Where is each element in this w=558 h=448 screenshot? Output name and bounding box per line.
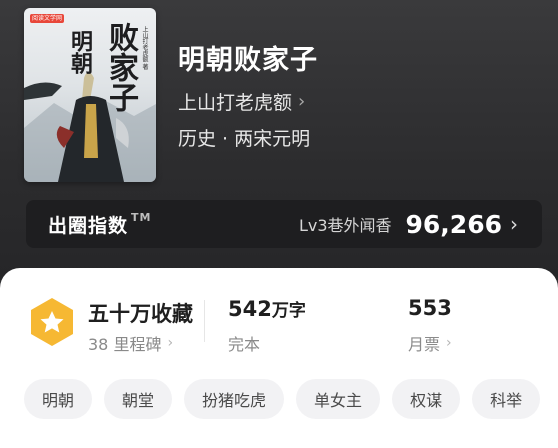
cover-author: 上山打老虎额 著 [141, 26, 148, 70]
book-cover[interactable]: 阅读文学网 败家子 明朝 上山打老虎额 著 [24, 8, 156, 182]
hexagon-star-icon [31, 298, 73, 346]
tag-chip[interactable]: 科举 [472, 379, 541, 419]
stats-divider [204, 300, 205, 342]
stats-panel: 五十万收藏 38 里程碑 › 542万字 完本 553 月票 › 明朝 朝堂 扮… [0, 268, 558, 448]
word-count: 542万字 [228, 296, 306, 321]
tag-list: 明朝 朝堂 扮猪吃虎 单女主 权谋 科举 [24, 379, 541, 419]
chevron-right-icon: › [298, 91, 306, 112]
word-count-unit: 万字 [271, 301, 306, 321]
monthly-tickets-label: 月票 [408, 335, 441, 354]
tag-chip[interactable]: 扮猪吃虎 [184, 379, 285, 419]
book-title: 明朝败家子 [178, 45, 318, 76]
tag-chip[interactable]: 朝堂 [104, 379, 173, 419]
author-name: 上山打老虎额 [178, 92, 293, 114]
book-genre: 历史 · 两宋元明 [178, 128, 311, 150]
word-count-number: 542 [228, 297, 272, 321]
index-value: 96,266 [405, 209, 502, 239]
popularity-index-card[interactable]: 出圈指数 TM Lv3巷外闻香 96,266 › [26, 200, 542, 248]
tag-chip[interactable]: 明朝 [24, 379, 93, 419]
book-status: 完本 [228, 335, 261, 354]
cover-title-side: 明朝 [67, 30, 93, 74]
cover-title-main: 败家子 [103, 22, 138, 112]
cover-publisher-badge: 阅读文学网 [30, 14, 64, 23]
chevron-right-icon: › [446, 335, 452, 351]
index-label-text: 出圈指数 [48, 214, 129, 237]
favorites-count: 五十万收藏 [88, 302, 193, 326]
milestones-link[interactable]: 38 里程碑 › [88, 331, 173, 355]
tag-chip[interactable]: 权谋 [392, 379, 461, 419]
author-link[interactable]: 上山打老虎额 › [178, 88, 305, 115]
index-label: 出圈指数 TM [48, 211, 151, 238]
chevron-right-icon: › [167, 335, 174, 351]
trademark-mark: TM [131, 210, 152, 224]
index-level: Lv3巷外闻香 [298, 216, 392, 235]
monthly-tickets-link[interactable]: 月票 › [408, 331, 452, 355]
monthly-tickets-count: 553 [408, 296, 452, 320]
chevron-right-icon: › [510, 212, 518, 236]
milestones-text: 38 里程碑 [88, 335, 162, 354]
tag-chip[interactable]: 单女主 [296, 379, 381, 419]
